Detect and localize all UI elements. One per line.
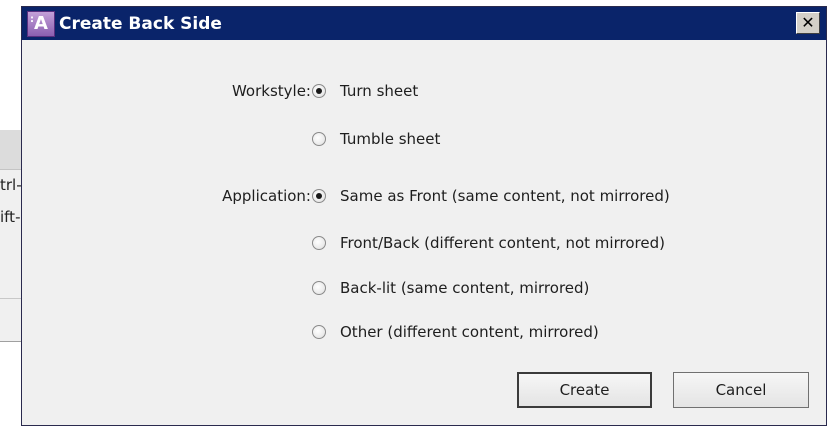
create-button[interactable]: Create — [517, 372, 652, 408]
radio-tumble-sheet[interactable]: Tumble sheet — [312, 130, 440, 148]
radio-back-lit[interactable]: Back-lit (same content, mirrored) — [312, 279, 589, 297]
radio-label: Turn sheet — [340, 82, 419, 100]
close-icon: ✕ — [801, 13, 815, 32]
radio-button-checked[interactable] — [312, 84, 326, 98]
radio-label: Other (different content, mirrored) — [340, 323, 599, 341]
dialog-title: Create Back Side — [59, 13, 222, 34]
radio-label: Same as Front (same content, not mirrore… — [340, 187, 670, 205]
background-menu-text: trl- — [0, 176, 22, 194]
radio-button[interactable] — [312, 325, 326, 339]
radio-button-checked[interactable] — [312, 189, 326, 203]
create-back-side-dialog: :A Create Back Side ✕ Workstyle: Turn sh… — [21, 6, 827, 426]
radio-front-back[interactable]: Front/Back (different content, not mirro… — [312, 234, 665, 252]
background-menu-text: ift- — [0, 208, 21, 226]
radio-label: Tumble sheet — [340, 130, 441, 148]
close-button[interactable]: ✕ — [796, 12, 820, 34]
app-logo-icon: :A — [27, 10, 55, 37]
radio-label: Front/Back (different content, not mirro… — [340, 234, 665, 252]
radio-label: Back-lit (same content, mirrored) — [340, 279, 590, 297]
workstyle-label: Workstyle: — [231, 82, 311, 100]
radio-turn-sheet[interactable]: Turn sheet — [312, 82, 418, 100]
cancel-button[interactable]: Cancel — [673, 372, 809, 408]
radio-other[interactable]: Other (different content, mirrored) — [312, 323, 599, 341]
application-label: Application: — [222, 187, 311, 205]
radio-button[interactable] — [312, 236, 326, 250]
radio-same-as-front[interactable]: Same as Front (same content, not mirrore… — [312, 187, 670, 205]
radio-button[interactable] — [312, 281, 326, 295]
dialog-titlebar[interactable]: :A Create Back Side ✕ — [22, 7, 826, 40]
radio-button[interactable] — [312, 132, 326, 146]
